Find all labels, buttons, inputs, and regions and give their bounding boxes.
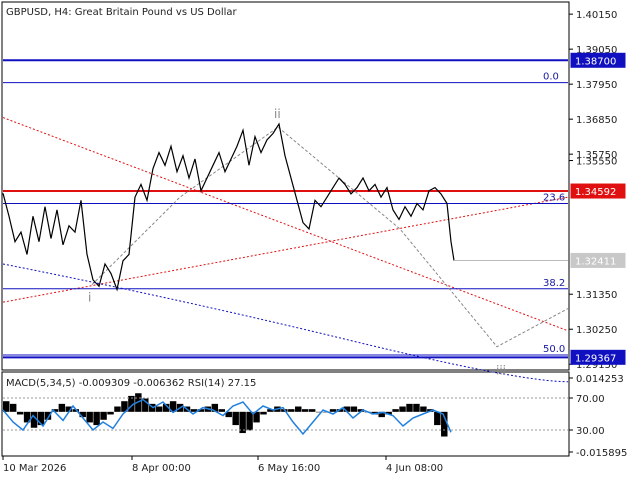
macd-histogram-bar: [434, 411, 441, 426]
macd-histogram-bar: [413, 403, 420, 412]
chart-title: GBPUSD, H4: Great Britain Pound vs US Do…: [6, 7, 238, 18]
indicator-axis-tick-label: 70.00: [576, 394, 605, 405]
macd-histogram-bar: [308, 409, 316, 412]
price-axis-tick-label: 1.37950: [576, 80, 617, 91]
time-axis-tick-label: 6 May 16:00: [258, 463, 320, 474]
macd-histogram-bar: [399, 406, 406, 412]
macd-histogram-bar: [288, 409, 295, 412]
indicator-axis-tick-label: -0.015895: [576, 448, 627, 459]
macd-histogram-bar: [420, 406, 427, 412]
fibo-level-label: 38.2: [543, 278, 565, 289]
macd-histogram-bar: [100, 411, 107, 420]
blue-price-tag-text: 1.38700: [575, 56, 616, 67]
fibo-level-label: 0.0: [543, 72, 559, 83]
macd-histogram-bar: [107, 411, 114, 415]
fibo-level-label: 50.0: [543, 344, 565, 355]
macd-histogram-bar: [218, 409, 225, 412]
macd-histogram-bar: [155, 406, 163, 412]
macd-histogram-bar: [114, 406, 121, 412]
macd-histogram-bar: [295, 406, 302, 412]
blue-price-tag-text: 1.29367: [575, 353, 616, 364]
macd-histogram-bar: [260, 411, 267, 415]
time-axis-tick-label: 4 Jun 08:00: [386, 463, 443, 474]
indicator-axis-tick-label: 0.014253: [576, 374, 624, 385]
macd-histogram-bar: [350, 406, 358, 412]
macd-histogram-bar: [392, 409, 399, 412]
wave-label: ii: [274, 107, 281, 121]
time-axis-tick-label: 10 Mar 2026: [3, 463, 66, 474]
macd-histogram-bar: [301, 409, 309, 412]
price-axis-tick-label: 1.36850: [576, 115, 617, 126]
price-axis-tick-label: 1.30250: [576, 325, 617, 336]
macd-histogram-bar: [406, 403, 413, 412]
red-price-tag-text: 1.34592: [575, 187, 616, 198]
indicator-axis-tick-label: 30.00: [576, 426, 605, 437]
price-axis-tick-label: 1.40150: [576, 10, 617, 21]
wave-label: i: [88, 290, 91, 304]
current-price-tag-text: 1.32411: [575, 256, 616, 267]
macd-histogram-bar: [246, 411, 253, 431]
macd-histogram-bar: [86, 411, 93, 423]
indicator-title: MACD(5,34,5) -0.009309 -0.006362 RSI(14)…: [6, 378, 256, 389]
price-axis-tick-label: 1.35550: [576, 157, 617, 168]
macd-histogram-bar: [93, 411, 100, 426]
price-axis-tick-label: 1.31350: [576, 290, 617, 301]
chart-canvas: 0.023.638.250.0iiiiii 1.401501.390501.37…: [1, 1, 627, 474]
macd-histogram-bar: [16, 411, 24, 415]
macd-histogram-bar: [58, 403, 66, 412]
time-axis-tick-label: 8 Apr 00:00: [132, 463, 191, 474]
price-panel-frame: [1, 1, 570, 371]
macd-histogram-bar: [9, 403, 17, 412]
fibo-level-label: 23.6: [543, 193, 565, 204]
macd-histogram-bar: [232, 411, 239, 426]
macd-histogram-bar: [329, 409, 337, 412]
wave-label: iii: [496, 364, 506, 378]
